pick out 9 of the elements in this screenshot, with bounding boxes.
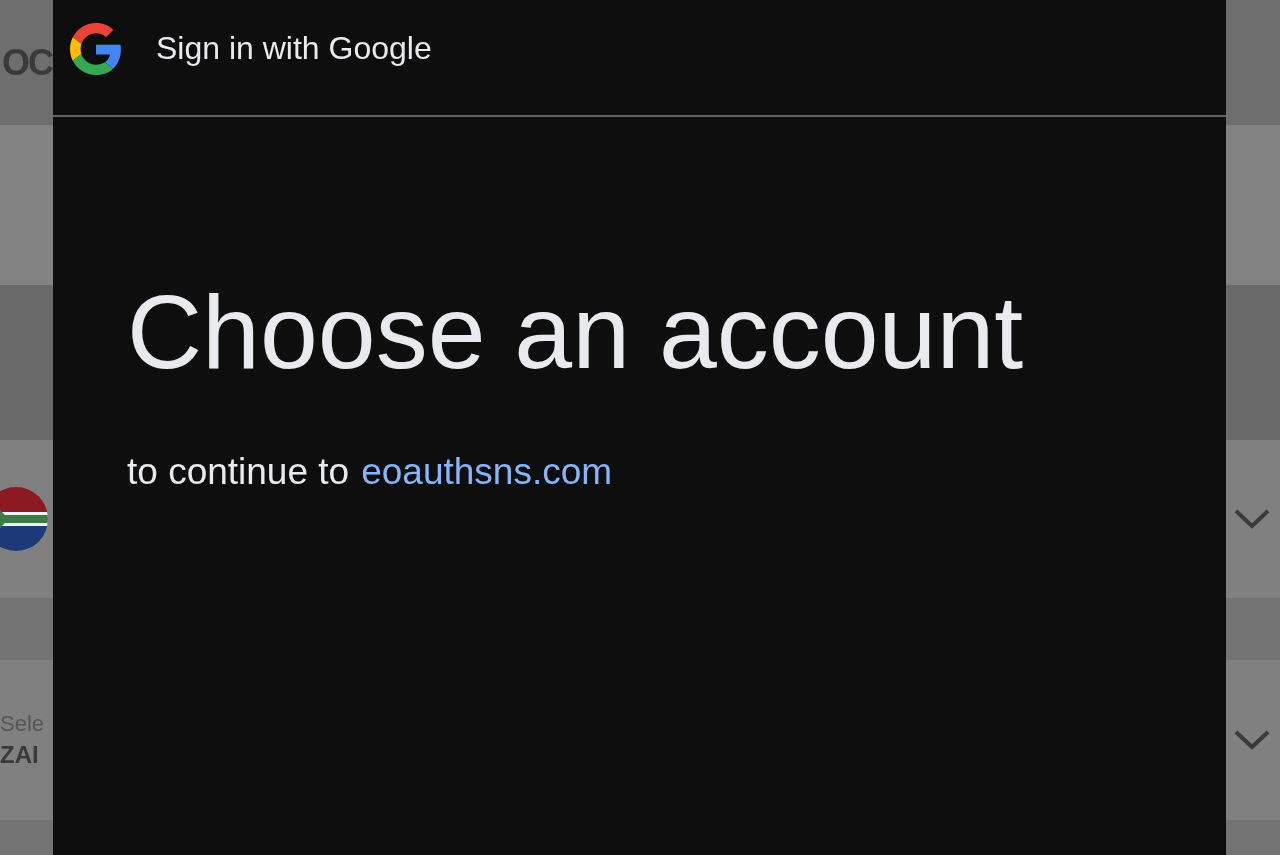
chevron-down-icon [1232,728,1272,752]
subtitle-text: to continue to [127,451,350,494]
flag-icon [0,486,48,552]
chevron-down-icon [1232,507,1272,531]
google-logo-icon [70,22,122,75]
dialog-heading: Choose an account [127,275,1025,390]
site-link[interactable]: eoauthsns.com [361,451,613,494]
dialog-title: Sign in with Google [156,30,432,67]
select-value: ZAI [0,741,40,769]
